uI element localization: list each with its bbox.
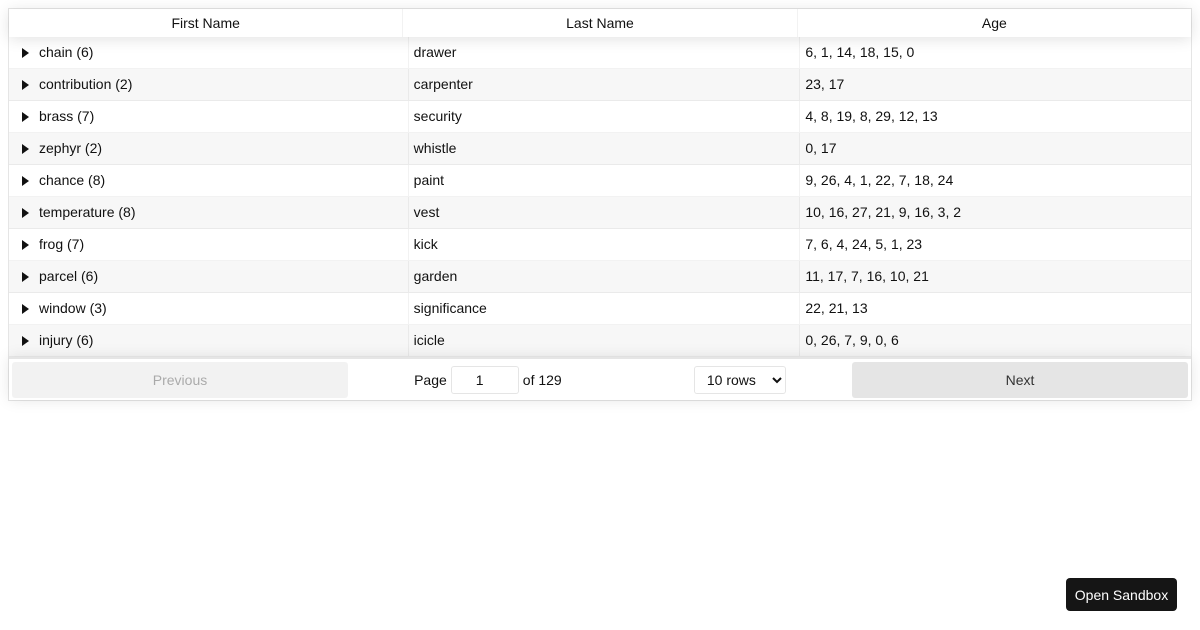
- first-name-cell: frog (7): [39, 236, 85, 252]
- last-name-cell: garden: [409, 261, 801, 292]
- table-row: zephyr (2) whistle 0, 17: [9, 133, 1191, 165]
- open-sandbox-button[interactable]: Open Sandbox: [1066, 578, 1177, 611]
- caret-right-icon: [22, 208, 29, 218]
- table-row: brass (7) security 4, 8, 19, 8, 29, 12, …: [9, 101, 1191, 133]
- first-name-cell: temperature (8): [39, 204, 136, 220]
- first-name-cell: window (3): [39, 300, 107, 316]
- column-header-last-name[interactable]: Last Name: [403, 9, 798, 37]
- last-name-cell: whistle: [409, 133, 801, 164]
- row-expander[interactable]: brass (7): [9, 101, 409, 132]
- row-expander[interactable]: contribution (2): [9, 69, 409, 100]
- column-header-first-name[interactable]: First Name: [9, 9, 404, 37]
- first-name-cell: contribution (2): [39, 76, 133, 92]
- first-name-cell: chance (8): [39, 172, 106, 188]
- caret-right-icon: [22, 304, 29, 314]
- next-button[interactable]: Next: [852, 361, 1188, 398]
- age-cell: 23, 17: [805, 76, 845, 92]
- caret-right-icon: [22, 80, 29, 90]
- last-name-cell: carpenter: [409, 69, 801, 100]
- table-row: chain (6) drawer 6, 1, 14, 18, 15, 0: [9, 37, 1191, 69]
- page-label: Page: [414, 371, 447, 388]
- table-header: First Name Last Name Age: [9, 9, 1191, 37]
- table-row: frog (7) kick 7, 6, 4, 24, 5, 1, 23: [9, 229, 1191, 261]
- last-name-cell: drawer: [409, 37, 801, 68]
- total-pages: of 129: [522, 371, 562, 388]
- age-cell: 22, 21, 13: [805, 300, 868, 316]
- row-expander[interactable]: zephyr (2): [9, 133, 409, 164]
- last-name-cell: icicle: [409, 325, 801, 356]
- first-name-cell: brass (7): [39, 108, 95, 124]
- caret-right-icon: [22, 144, 29, 154]
- previous-button[interactable]: Previous: [12, 361, 348, 398]
- last-name-cell: vest: [409, 197, 801, 228]
- column-header-age[interactable]: Age: [798, 9, 1191, 37]
- first-name-cell: parcel (6): [39, 268, 99, 284]
- page-number-input[interactable]: [450, 365, 519, 394]
- table-row: chance (8) paint 9, 26, 4, 1, 22, 7, 18,…: [9, 165, 1191, 197]
- age-cell: 0, 26, 7, 9, 0, 6: [805, 332, 899, 348]
- last-name-cell: kick: [409, 229, 801, 260]
- caret-right-icon: [22, 112, 29, 122]
- age-cell: 0, 17: [805, 140, 837, 156]
- pagination-center: Page of 129 10 rows: [348, 365, 852, 394]
- row-expander[interactable]: temperature (8): [9, 197, 409, 228]
- first-name-cell: zephyr (2): [39, 140, 103, 156]
- last-name-cell: significance: [409, 293, 801, 324]
- caret-right-icon: [22, 240, 29, 250]
- last-name-cell: paint: [409, 165, 801, 196]
- row-expander[interactable]: parcel (6): [9, 261, 409, 292]
- pagination-bar: Previous Page of 129 10 rows Next: [9, 357, 1191, 400]
- last-name-cell: security: [409, 101, 801, 132]
- row-expander[interactable]: chain (6): [9, 37, 409, 68]
- rows-per-page-select[interactable]: 10 rows: [693, 365, 786, 394]
- age-cell: 9, 26, 4, 1, 22, 7, 18, 24: [805, 172, 954, 188]
- row-expander[interactable]: frog (7): [9, 229, 409, 260]
- data-table: First Name Last Name Age chain (6) drawe…: [8, 8, 1192, 401]
- table-body: chain (6) drawer 6, 1, 14, 18, 15, 0 con…: [9, 37, 1191, 357]
- caret-right-icon: [22, 48, 29, 58]
- age-cell: 6, 1, 14, 18, 15, 0: [805, 44, 915, 60]
- age-cell: 10, 16, 27, 21, 9, 16, 3, 2: [805, 204, 962, 220]
- table-row: parcel (6) garden 11, 17, 7, 16, 10, 21: [9, 261, 1191, 293]
- table-row: window (3) significance 22, 21, 13: [9, 293, 1191, 325]
- caret-right-icon: [22, 336, 29, 346]
- page-info: Page of 129: [414, 365, 562, 394]
- table-row: injury (6) icicle 0, 26, 7, 9, 0, 6: [9, 325, 1191, 357]
- row-expander[interactable]: chance (8): [9, 165, 409, 196]
- row-expander[interactable]: window (3): [9, 293, 409, 324]
- table-row: temperature (8) vest 10, 16, 27, 21, 9, …: [9, 197, 1191, 229]
- age-cell: 11, 17, 7, 16, 10, 21: [805, 268, 929, 284]
- table-row: contribution (2) carpenter 23, 17: [9, 69, 1191, 101]
- caret-right-icon: [22, 272, 29, 282]
- age-cell: 4, 8, 19, 8, 29, 12, 13: [805, 108, 938, 124]
- first-name-cell: injury (6): [39, 332, 94, 348]
- first-name-cell: chain (6): [39, 44, 94, 60]
- caret-right-icon: [22, 176, 29, 186]
- age-cell: 7, 6, 4, 24, 5, 1, 23: [805, 236, 923, 252]
- row-expander[interactable]: injury (6): [9, 325, 409, 356]
